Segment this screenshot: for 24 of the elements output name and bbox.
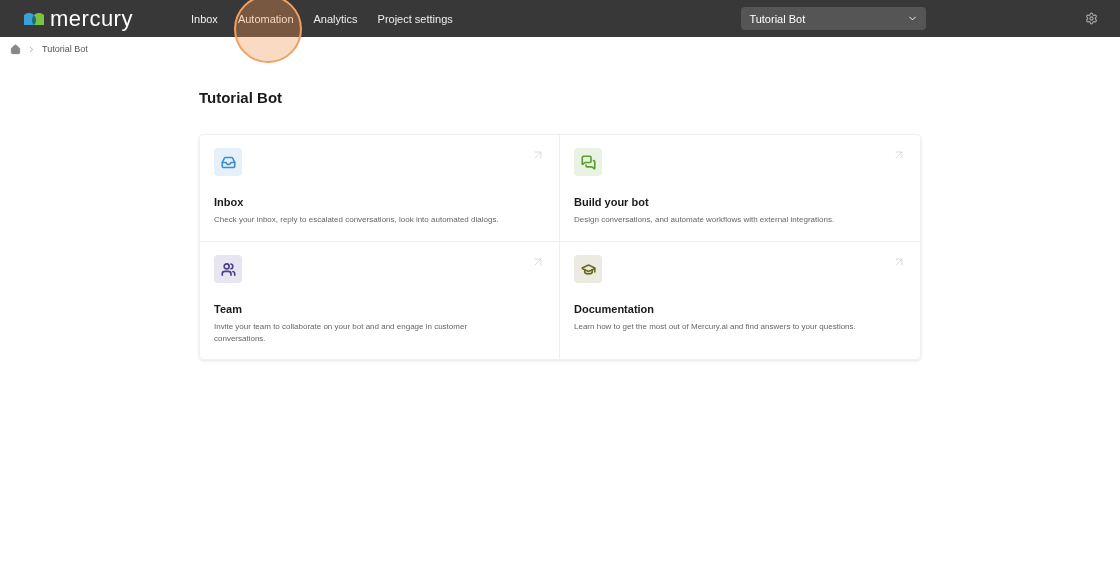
settings-icon[interactable] [1085,12,1098,25]
logo-text: mercury [50,5,133,32]
card-description: Design conversations, and automate workflows with external integrations. [574,214,836,226]
card-description: Learn how to get the most out of Mercury.ai and find answers to your questions. [574,321,857,333]
nav-link[interactable]: Automation [227,0,304,37]
card-title: Documentation [574,303,656,315]
link-card[interactable]: Team Invite your team to collaborate on your bot and and engage in customer conversations. [200,242,560,359]
nav-link[interactable]: Analytics [303,0,368,37]
chevron-right-icon [27,44,36,54]
card-description: Invite your team to collaborate on your bot and and engage in customer conversations. [214,321,469,345]
page-title: Tutorial Bot [199,89,284,106]
home-icon[interactable] [10,43,21,55]
link-card[interactable]: Build your bot Design conversations, and automate workflows with external integrations. [560,135,920,242]
link-card[interactable]: Inbox Check your inbox, reply to escalated conversations, look into automated dialogs. [200,135,560,242]
card-description: Check your inbox, reply to escalated conversations, look into automated dialogs. [214,214,500,226]
bot-select[interactable]: Tutorial Bot [741,7,927,30]
nav-link[interactable]: Project settings [367,0,463,37]
link-card[interactable]: Documentation Learn how to get the most out of Mercury.ai and find answers to your questions. [560,242,920,359]
logo-icon [24,12,44,25]
card-title: Team [214,303,243,315]
nav-link[interactable]: Inbox [180,0,228,37]
breadcrumb-item[interactable]: Tutorial Bot [42,44,88,54]
card-title: Build your bot [574,196,650,208]
card-title: Inbox [214,196,245,208]
